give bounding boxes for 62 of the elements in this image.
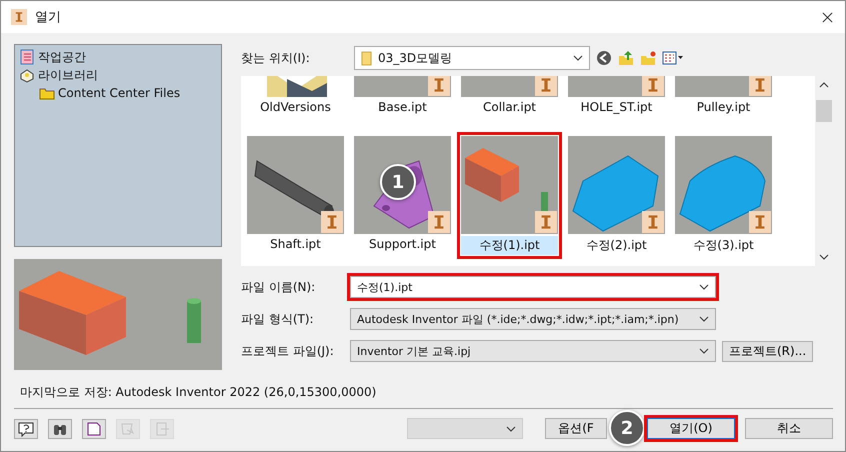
inventor-file-icon bbox=[642, 211, 664, 233]
scroll-up-icon[interactable] bbox=[819, 82, 829, 88]
file-item[interactable]: HOLE_ST.ipt bbox=[567, 76, 666, 116]
inventor-file-icon bbox=[749, 76, 771, 96]
up-folder-icon[interactable] bbox=[618, 50, 634, 66]
folder-icon bbox=[361, 50, 372, 66]
look-in-label: 찾는 위치(I): bbox=[241, 50, 311, 66]
view-menu-icon[interactable] bbox=[662, 50, 684, 66]
field-label: 파일 이름(N): bbox=[241, 278, 316, 296]
new-tool-icon[interactable] bbox=[82, 418, 106, 438]
inventor-file-icon bbox=[428, 76, 450, 96]
file-name[interactable]: 수정(3).ipt bbox=[675, 236, 772, 255]
step-number-badge: 2 bbox=[609, 410, 645, 446]
file-name[interactable]: 수정(1).ipt bbox=[461, 236, 558, 255]
dialog-button[interactable]: 열기(O) bbox=[647, 418, 735, 439]
dialog-button[interactable]: 취소 bbox=[745, 418, 833, 439]
file-item[interactable]: 수정(3).ipt bbox=[674, 135, 773, 256]
new-folder-icon[interactable] bbox=[640, 50, 656, 66]
file-item[interactable]: 수정(2).ipt bbox=[567, 135, 666, 256]
library-icon bbox=[19, 67, 35, 83]
file-item[interactable]: 수정(1).ipt bbox=[460, 135, 559, 256]
place-item[interactable]: Content Center Files bbox=[15, 84, 221, 102]
file-item[interactable]: OldVersions bbox=[246, 76, 345, 116]
file-item[interactable]: Collar.ipt bbox=[460, 76, 559, 116]
file-item[interactable]: Pulley.ipt bbox=[674, 76, 773, 116]
help-tool-icon[interactable] bbox=[14, 418, 38, 438]
file-name[interactable]: HOLE_ST.ipt bbox=[568, 99, 665, 115]
file-name[interactable]: Base.ipt bbox=[354, 99, 451, 115]
place-item[interactable]: 라이브러리 bbox=[15, 66, 221, 84]
place-item[interactable]: 작업공간 bbox=[15, 48, 221, 66]
field-label: 파일 형식(T): bbox=[241, 310, 315, 328]
window-title: 열기 bbox=[35, 9, 62, 26]
inventor-file-icon bbox=[642, 76, 664, 96]
inventor-file-icon bbox=[535, 211, 557, 233]
dropdown[interactable]: Inventor 기본 교육.ipj bbox=[350, 340, 716, 362]
file-name[interactable]: Support.ipt bbox=[354, 236, 451, 252]
file-name[interactable]: Shaft.ipt bbox=[247, 236, 344, 252]
file-name[interactable]: 수정(2).ipt bbox=[568, 236, 665, 255]
scroll-down-icon[interactable] bbox=[819, 254, 829, 260]
inventor-file-icon bbox=[321, 211, 343, 233]
last-saved-text: 마지막으로 저장: Autodesk Inventor 2022 (26,0,15300,0000) bbox=[19, 384, 378, 401]
project-button[interactable]: 프로젝트(R)... bbox=[722, 340, 814, 362]
file-item[interactable]: 1 Support.ipt bbox=[353, 135, 452, 256]
dialog-button[interactable]: 옵션(F bbox=[545, 418, 607, 439]
find-tool-icon[interactable] bbox=[48, 418, 72, 438]
inventor-file-icon bbox=[11, 9, 27, 25]
back-icon[interactable] bbox=[596, 50, 612, 66]
file-item[interactable]: Base.ipt bbox=[353, 76, 452, 116]
file-name[interactable]: Pulley.ipt bbox=[675, 99, 772, 115]
dropdown[interactable]: Autodesk Inventor 파일 (*.ide;*.dwg;*.idw;*.ipt;*.iam;*.ipn) bbox=[350, 308, 716, 330]
inventor-file-icon bbox=[535, 76, 557, 96]
inventor-file-icon bbox=[749, 211, 771, 233]
scrollbar-thumb[interactable] bbox=[816, 100, 832, 122]
inventor-file-icon bbox=[428, 211, 450, 233]
file-name-field[interactable]: 수정(1).ipt bbox=[350, 276, 716, 298]
look-in-dropdown[interactable]: 03_3D모델링 bbox=[354, 46, 590, 70]
field-label: 프로젝트 파일(J): bbox=[241, 342, 335, 360]
file-item[interactable]: Shaft.ipt bbox=[246, 135, 345, 256]
close-icon[interactable] bbox=[822, 12, 833, 22]
notebook-icon bbox=[19, 49, 35, 65]
file-name[interactable]: Collar.ipt bbox=[461, 99, 558, 115]
file-name[interactable]: OldVersions bbox=[247, 99, 344, 115]
